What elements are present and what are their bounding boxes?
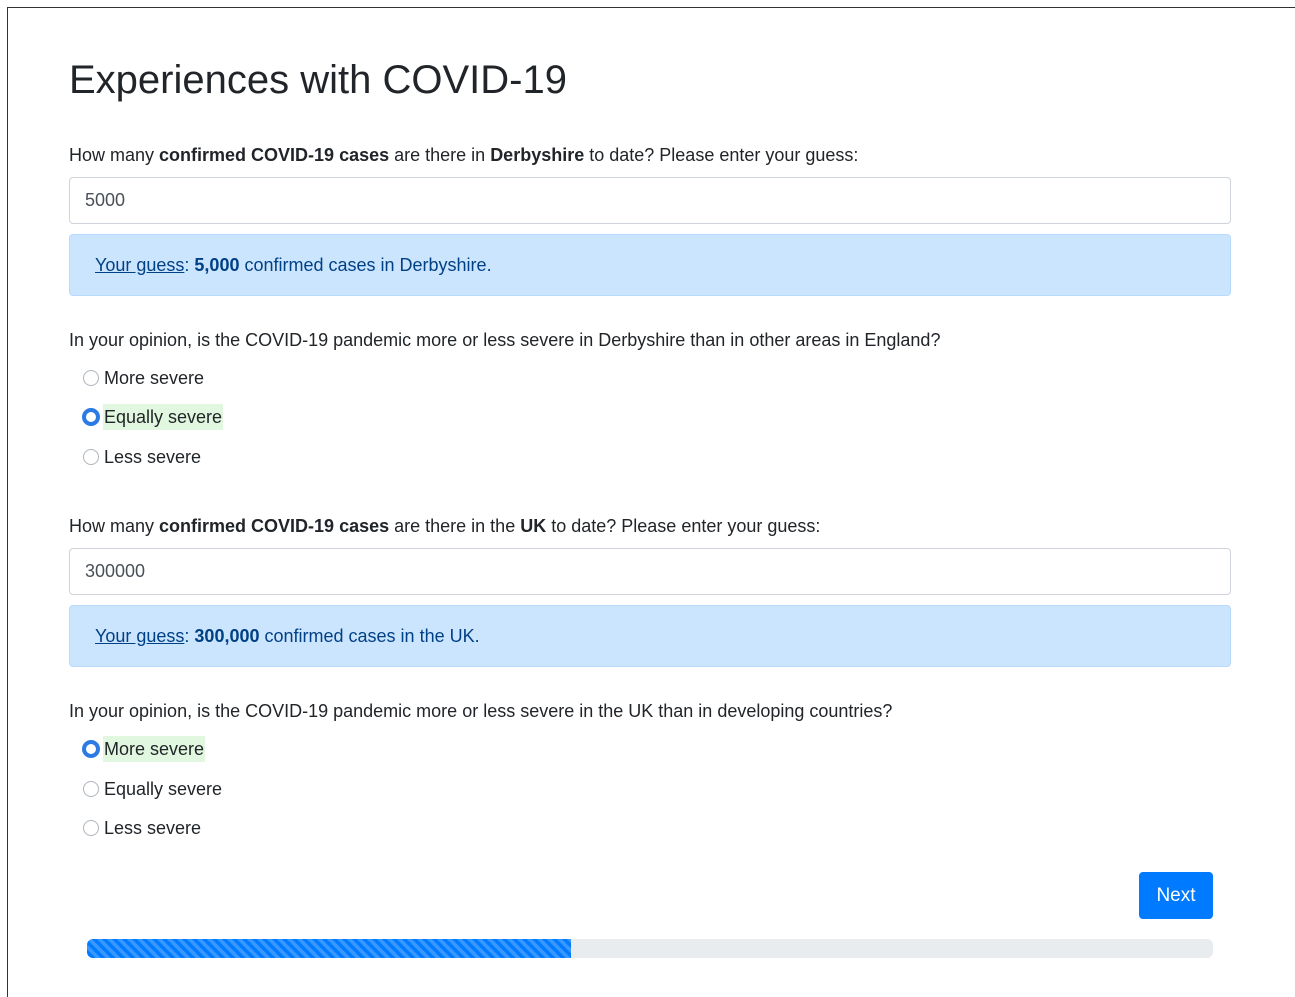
radio-option-more-severe[interactable]: More severe [82, 736, 206, 762]
your-guess-link[interactable]: Your guess [95, 626, 184, 646]
label-text: to date? Please enter your guess: [546, 516, 821, 536]
guess-value: 300,000 [194, 626, 260, 646]
radio-label: More severe [103, 736, 206, 762]
radio-button[interactable] [83, 781, 99, 797]
question-derbyshire-severity-label: In your opinion, is the COVID-19 pandemi… [69, 330, 941, 350]
uk-cases-input[interactable] [69, 548, 1231, 595]
radio-option-equally-severe[interactable]: Equally severe [83, 776, 223, 802]
radio-label: Less severe [104, 447, 202, 467]
label-emphasis: confirmed COVID-19 cases [159, 145, 390, 165]
feedback-separator: : [184, 626, 195, 646]
radio-label: Equally severe [104, 779, 223, 799]
radio-button-selected[interactable] [82, 408, 100, 426]
progress-bar [87, 939, 1213, 958]
radio-button[interactable] [83, 370, 99, 386]
label-text: to date? Please enter your guess: [584, 145, 859, 165]
your-guess-link[interactable]: Your guess [95, 255, 184, 275]
radio-button[interactable] [83, 820, 99, 836]
radio-option-less-severe[interactable]: Less severe [83, 444, 202, 470]
label-emphasis: confirmed COVID-19 cases [159, 516, 390, 536]
label-emphasis: Derbyshire [490, 145, 585, 165]
radio-label: Equally severe [103, 404, 224, 430]
uk-guess-feedback: Your guess: 300,000 confirmed cases in t… [69, 605, 1231, 667]
guess-value: 5,000 [194, 255, 240, 275]
label-emphasis: UK [520, 516, 547, 536]
feedback-separator: : [184, 255, 195, 275]
feedback-suffix: confirmed cases in Derbyshire. [239, 255, 492, 275]
radio-option-less-severe[interactable]: Less severe [83, 815, 202, 841]
question-uk-severity-label: In your opinion, is the COVID-19 pandemi… [69, 701, 893, 721]
derbyshire-cases-input[interactable] [69, 177, 1231, 224]
radio-label: More severe [104, 368, 205, 388]
next-button[interactable]: Next [1139, 872, 1213, 919]
progress-bar-fill [87, 939, 572, 958]
label-text: How many [69, 516, 160, 536]
question-derbyshire-cases-label: How many confirmed COVID-19 cases are th… [69, 143, 858, 167]
radio-option-equally-severe[interactable]: Equally severe [82, 404, 224, 430]
label-text: are there in [389, 145, 491, 165]
radio-option-more-severe[interactable]: More severe [83, 365, 205, 391]
radio-label: Less severe [104, 818, 202, 838]
radio-button[interactable] [83, 449, 99, 465]
radio-button-selected[interactable] [82, 740, 100, 758]
label-text: are there in the [389, 516, 521, 536]
question-uk-cases-label: How many confirmed COVID-19 cases are th… [69, 514, 820, 538]
page-title: Experiences with COVID-19 [69, 58, 567, 102]
derbyshire-guess-feedback: Your guess: 5,000 confirmed cases in Der… [69, 234, 1231, 296]
feedback-suffix: confirmed cases in the UK. [259, 626, 480, 646]
label-text: How many [69, 145, 160, 165]
